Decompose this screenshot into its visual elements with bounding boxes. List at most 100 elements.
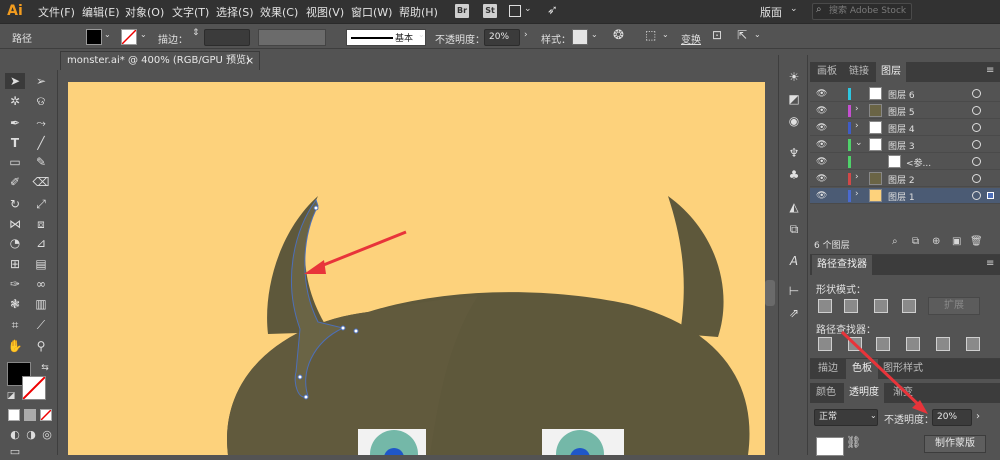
- isolate-object-icon[interactable]: ⊡: [712, 28, 722, 42]
- target-icon[interactable]: [972, 140, 981, 149]
- gpu-performance-icon[interactable]: ➶: [547, 3, 558, 18]
- menu-object[interactable]: 对象(O): [125, 4, 164, 20]
- line-tool-icon[interactable]: ╱: [32, 135, 50, 151]
- menu-effect[interactable]: 效果(C): [260, 4, 298, 20]
- transform-link[interactable]: 变换: [681, 31, 701, 46]
- brushes-icon[interactable]: ♆: [785, 145, 803, 161]
- link-icon[interactable]: ⛓: [846, 435, 861, 449]
- vertical-scrollbar[interactable]: [765, 280, 775, 306]
- artboard[interactable]: [68, 82, 765, 455]
- visibility-eye-icon[interactable]: 👁: [816, 88, 828, 100]
- edit-path-icon[interactable]: ⇱: [737, 28, 747, 42]
- gradient-panel-icon[interactable]: ◩: [785, 91, 803, 107]
- hand-tool-icon[interactable]: ✋: [6, 338, 24, 354]
- screen-mode-icon[interactable]: ▭: [6, 444, 24, 460]
- expand-caret-icon[interactable]: ›: [855, 189, 859, 199]
- type-tool-icon[interactable]: T: [6, 135, 24, 151]
- character-icon[interactable]: A: [785, 253, 803, 269]
- close-icon[interactable]: ×: [245, 52, 254, 69]
- locate-object-icon[interactable]: ⌕: [892, 236, 898, 247]
- expand-caret-icon[interactable]: ›: [855, 121, 859, 131]
- pen-tool-icon[interactable]: ✒: [6, 115, 24, 131]
- make-mask-button[interactable]: 制作蒙版: [924, 435, 986, 453]
- layer-row[interactable]: 👁 › 图层 4: [810, 120, 1000, 136]
- visibility-eye-icon[interactable]: 👁: [816, 156, 828, 168]
- expand-caret-icon[interactable]: ›: [855, 104, 859, 114]
- align-panel-icon[interactable]: ⊢: [785, 283, 803, 299]
- visibility-eye-icon[interactable]: 👁: [816, 105, 828, 117]
- panel-menu-icon[interactable]: ≡: [986, 258, 994, 269]
- exclude-button[interactable]: [902, 299, 916, 313]
- tab-artboards[interactable]: 画板: [812, 62, 842, 82]
- selection-tool-icon[interactable]: ➤: [6, 73, 24, 89]
- expand-caret-icon[interactable]: ›: [855, 172, 859, 182]
- chevron-down-icon[interactable]: ⌄: [591, 30, 598, 39]
- curvature-tool-icon[interactable]: ⤳: [32, 115, 50, 131]
- paintbrush-tool-icon[interactable]: ✎: [32, 154, 50, 170]
- brush-definition[interactable]: 基本: [346, 29, 426, 46]
- mesh-tool-icon[interactable]: ⊞: [6, 256, 24, 272]
- menu-type[interactable]: 文字(T): [172, 4, 209, 20]
- chevron-down-icon[interactable]: ⌄: [754, 30, 761, 39]
- symbol-sprayer-tool-icon[interactable]: ❃: [6, 296, 24, 312]
- chevron-down-icon[interactable]: ⌄: [104, 30, 111, 39]
- visibility-eye-icon[interactable]: 👁: [816, 122, 828, 134]
- target-icon[interactable]: [972, 157, 981, 166]
- bridge-button[interactable]: Br: [455, 4, 469, 18]
- chevron-down-icon[interactable]: ⌄: [662, 30, 669, 39]
- panel-menu-icon[interactable]: ≡: [986, 65, 994, 76]
- layer-row[interactable]: 👁 ⌄ 图层 3: [810, 137, 1000, 153]
- variable-width-profile[interactable]: [258, 29, 326, 46]
- menu-select[interactable]: 选择(S): [216, 4, 254, 20]
- menu-window[interactable]: 窗口(W): [351, 4, 392, 20]
- tab-pathfinder[interactable]: 路径查找器: [812, 255, 872, 275]
- artboard-tool-icon[interactable]: ⌗: [6, 317, 24, 333]
- unite-button[interactable]: [818, 299, 832, 313]
- symbols-icon[interactable]: ♣: [785, 167, 803, 183]
- new-sublayer-icon[interactable]: ⊕: [932, 236, 940, 247]
- perspective-grid-tool-icon[interactable]: ⊿: [32, 235, 50, 251]
- layer-row[interactable]: 👁 › 图层 2: [810, 171, 1000, 187]
- magic-wand-tool-icon[interactable]: ✲: [6, 93, 24, 109]
- slice-tool-icon[interactable]: ⟋: [32, 317, 50, 333]
- target-icon[interactable]: [972, 106, 981, 115]
- clipping-mask-icon[interactable]: ⧉: [912, 236, 919, 247]
- target-icon[interactable]: [972, 191, 981, 200]
- minus-front-button[interactable]: [844, 299, 858, 313]
- swap-colors-icon[interactable]: ⇆: [36, 360, 54, 376]
- new-layer-icon[interactable]: ▣: [952, 236, 961, 247]
- selection-indicator[interactable]: [987, 192, 994, 199]
- layer-name[interactable]: <参...: [906, 156, 931, 169]
- layer-name[interactable]: 图层 5: [888, 105, 915, 118]
- layer-name[interactable]: 图层 2: [888, 173, 915, 186]
- shaper-tool-icon[interactable]: ✐: [6, 174, 24, 190]
- shape-builder-tool-icon[interactable]: ◔: [6, 235, 24, 251]
- arrange-documents-icon[interactable]: [509, 5, 521, 17]
- delete-layer-icon[interactable]: 🗑: [970, 236, 983, 247]
- stroke-swatch[interactable]: [121, 29, 137, 45]
- layer-row[interactable]: 👁 图层 6: [810, 86, 1000, 102]
- target-icon[interactable]: [972, 123, 981, 132]
- visibility-eye-icon[interactable]: 👁: [816, 139, 828, 151]
- layer-row-selected[interactable]: 👁 › 图层 1: [810, 188, 1000, 204]
- eyedropper-tool-icon[interactable]: ✑: [6, 276, 24, 292]
- layer-name[interactable]: 图层 3: [888, 139, 915, 152]
- sun-icon[interactable]: ☀: [785, 69, 803, 85]
- stock-button[interactable]: St: [483, 4, 497, 18]
- layer-name[interactable]: 图层 6: [888, 88, 915, 101]
- menu-help[interactable]: 帮助(H): [399, 4, 438, 20]
- tab-links[interactable]: 链接: [844, 62, 874, 82]
- target-icon[interactable]: [972, 89, 981, 98]
- chevron-down-icon[interactable]: ⌄: [790, 4, 798, 14]
- tab-layers[interactable]: 图层: [876, 62, 906, 82]
- column-graph-tool-icon[interactable]: ▥: [32, 296, 50, 312]
- color-mode-button[interactable]: [8, 409, 20, 421]
- rotate-tool-icon[interactable]: ↻: [6, 196, 24, 212]
- gradient-mode-button[interactable]: [24, 409, 36, 421]
- width-tool-icon[interactable]: ⋈: [6, 216, 24, 232]
- recolor-artwork-icon[interactable]: ❂: [613, 28, 624, 43]
- chevron-down-icon[interactable]: ⌄: [418, 30, 425, 39]
- stroke-color-box[interactable]: [22, 376, 46, 400]
- expand-button[interactable]: 扩展: [928, 297, 980, 315]
- menu-file[interactable]: 文件(F): [38, 4, 75, 20]
